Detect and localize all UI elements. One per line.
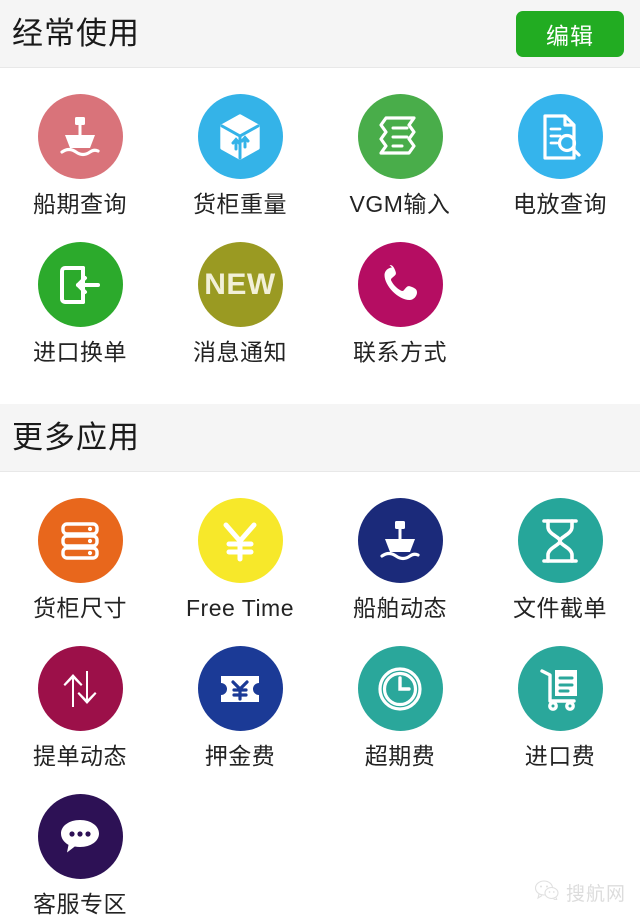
ship-icon (37, 94, 123, 179)
document-lines-icon (357, 94, 443, 179)
app-tile-label: 押金费 (204, 743, 276, 769)
app-tile-empty-slot (480, 242, 640, 390)
section-header-more-apps: 更多应用 (0, 404, 640, 472)
app-tile-label: 客服专区 (33, 891, 127, 917)
app-tile-document-search[interactable]: 电放查询 (480, 94, 640, 242)
container-size-icon (37, 498, 123, 583)
section-header-frequently-used: 经常使用 编辑 (0, 0, 640, 68)
app-tile-vessel-tracking[interactable]: 船舶动态 (320, 498, 480, 646)
clock-icon (357, 646, 443, 731)
app-tile-hourglass[interactable]: 文件截单 (480, 498, 640, 646)
container-box-icon (197, 94, 283, 179)
phone-icon (357, 242, 443, 327)
app-tile-updown-arrows[interactable]: 提单动态 (0, 646, 160, 794)
yen-icon (197, 498, 283, 583)
app-tile-label: 超期费 (364, 743, 436, 769)
app-tile-yen[interactable]: Free Time (160, 498, 320, 646)
app-tile-label: 消息通知 (193, 339, 287, 365)
app-root: 经常使用 编辑 船期查询 货柜重量 VGM输入 电放查询进口换单 NEW 消息通知 联系方式… (0, 0, 640, 920)
document-search-icon (517, 94, 603, 179)
app-tile-label: VGM输入 (349, 191, 451, 217)
chat-bubble-icon (37, 794, 123, 879)
updown-arrows-icon (37, 646, 123, 731)
app-tile-label: 船舶动态 (353, 595, 447, 621)
app-tile-empty-slot (320, 794, 480, 920)
app-tile-ship[interactable]: 船期查询 (0, 94, 160, 242)
app-grid-frequently-used: 船期查询 货柜重量 VGM输入 电放查询进口换单 NEW 消息通知 联系方式 (0, 68, 640, 404)
exchange-exit-icon (37, 242, 123, 327)
app-tile-label: 进口费 (524, 743, 596, 769)
app-tile-new-badge[interactable]: NEW 消息通知 (160, 242, 320, 390)
app-tile-label: 进口换单 (33, 339, 127, 365)
section-title: 更多应用 (12, 420, 140, 455)
app-grid-more-apps: 货柜尺寸 Free Time 船舶动态 文件截单提单动态 押金费 超期费 进口费客服专区 (0, 472, 640, 920)
edit-button[interactable]: 编辑 (516, 10, 624, 57)
app-tile-label: 船期查询 (33, 191, 127, 217)
section-title: 经常使用 (12, 16, 140, 51)
import-cart-icon (517, 646, 603, 731)
app-tile-empty-slot (160, 794, 320, 920)
app-tile-container-size[interactable]: 货柜尺寸 (0, 498, 160, 646)
app-tile-phone[interactable]: 联系方式 (320, 242, 480, 390)
app-tile-label: 货柜重量 (193, 191, 287, 217)
app-tile-label: Free Time (185, 595, 295, 621)
yen-ticket-icon (197, 646, 283, 731)
app-tile-container-box[interactable]: 货柜重量 (160, 94, 320, 242)
hourglass-icon (517, 498, 603, 583)
app-tile-label: 提单动态 (33, 743, 127, 769)
app-tile-label: 货柜尺寸 (33, 595, 127, 621)
app-tile-document-lines[interactable]: VGM输入 (320, 94, 480, 242)
app-tile-label: 联系方式 (353, 339, 447, 365)
app-tile-yen-ticket[interactable]: 押金费 (160, 646, 320, 794)
app-tile-label: 电放查询 (513, 191, 607, 217)
app-tile-exchange-exit[interactable]: 进口换单 (0, 242, 160, 390)
app-tile-chat-bubble[interactable]: 客服专区 (0, 794, 160, 920)
new-badge-icon: NEW (197, 242, 283, 327)
app-tile-empty-slot (480, 794, 640, 920)
vessel-tracking-icon (357, 498, 443, 583)
app-tile-import-cart[interactable]: 进口费 (480, 646, 640, 794)
app-tile-label: 文件截单 (513, 595, 607, 621)
app-tile-clock[interactable]: 超期费 (320, 646, 480, 794)
